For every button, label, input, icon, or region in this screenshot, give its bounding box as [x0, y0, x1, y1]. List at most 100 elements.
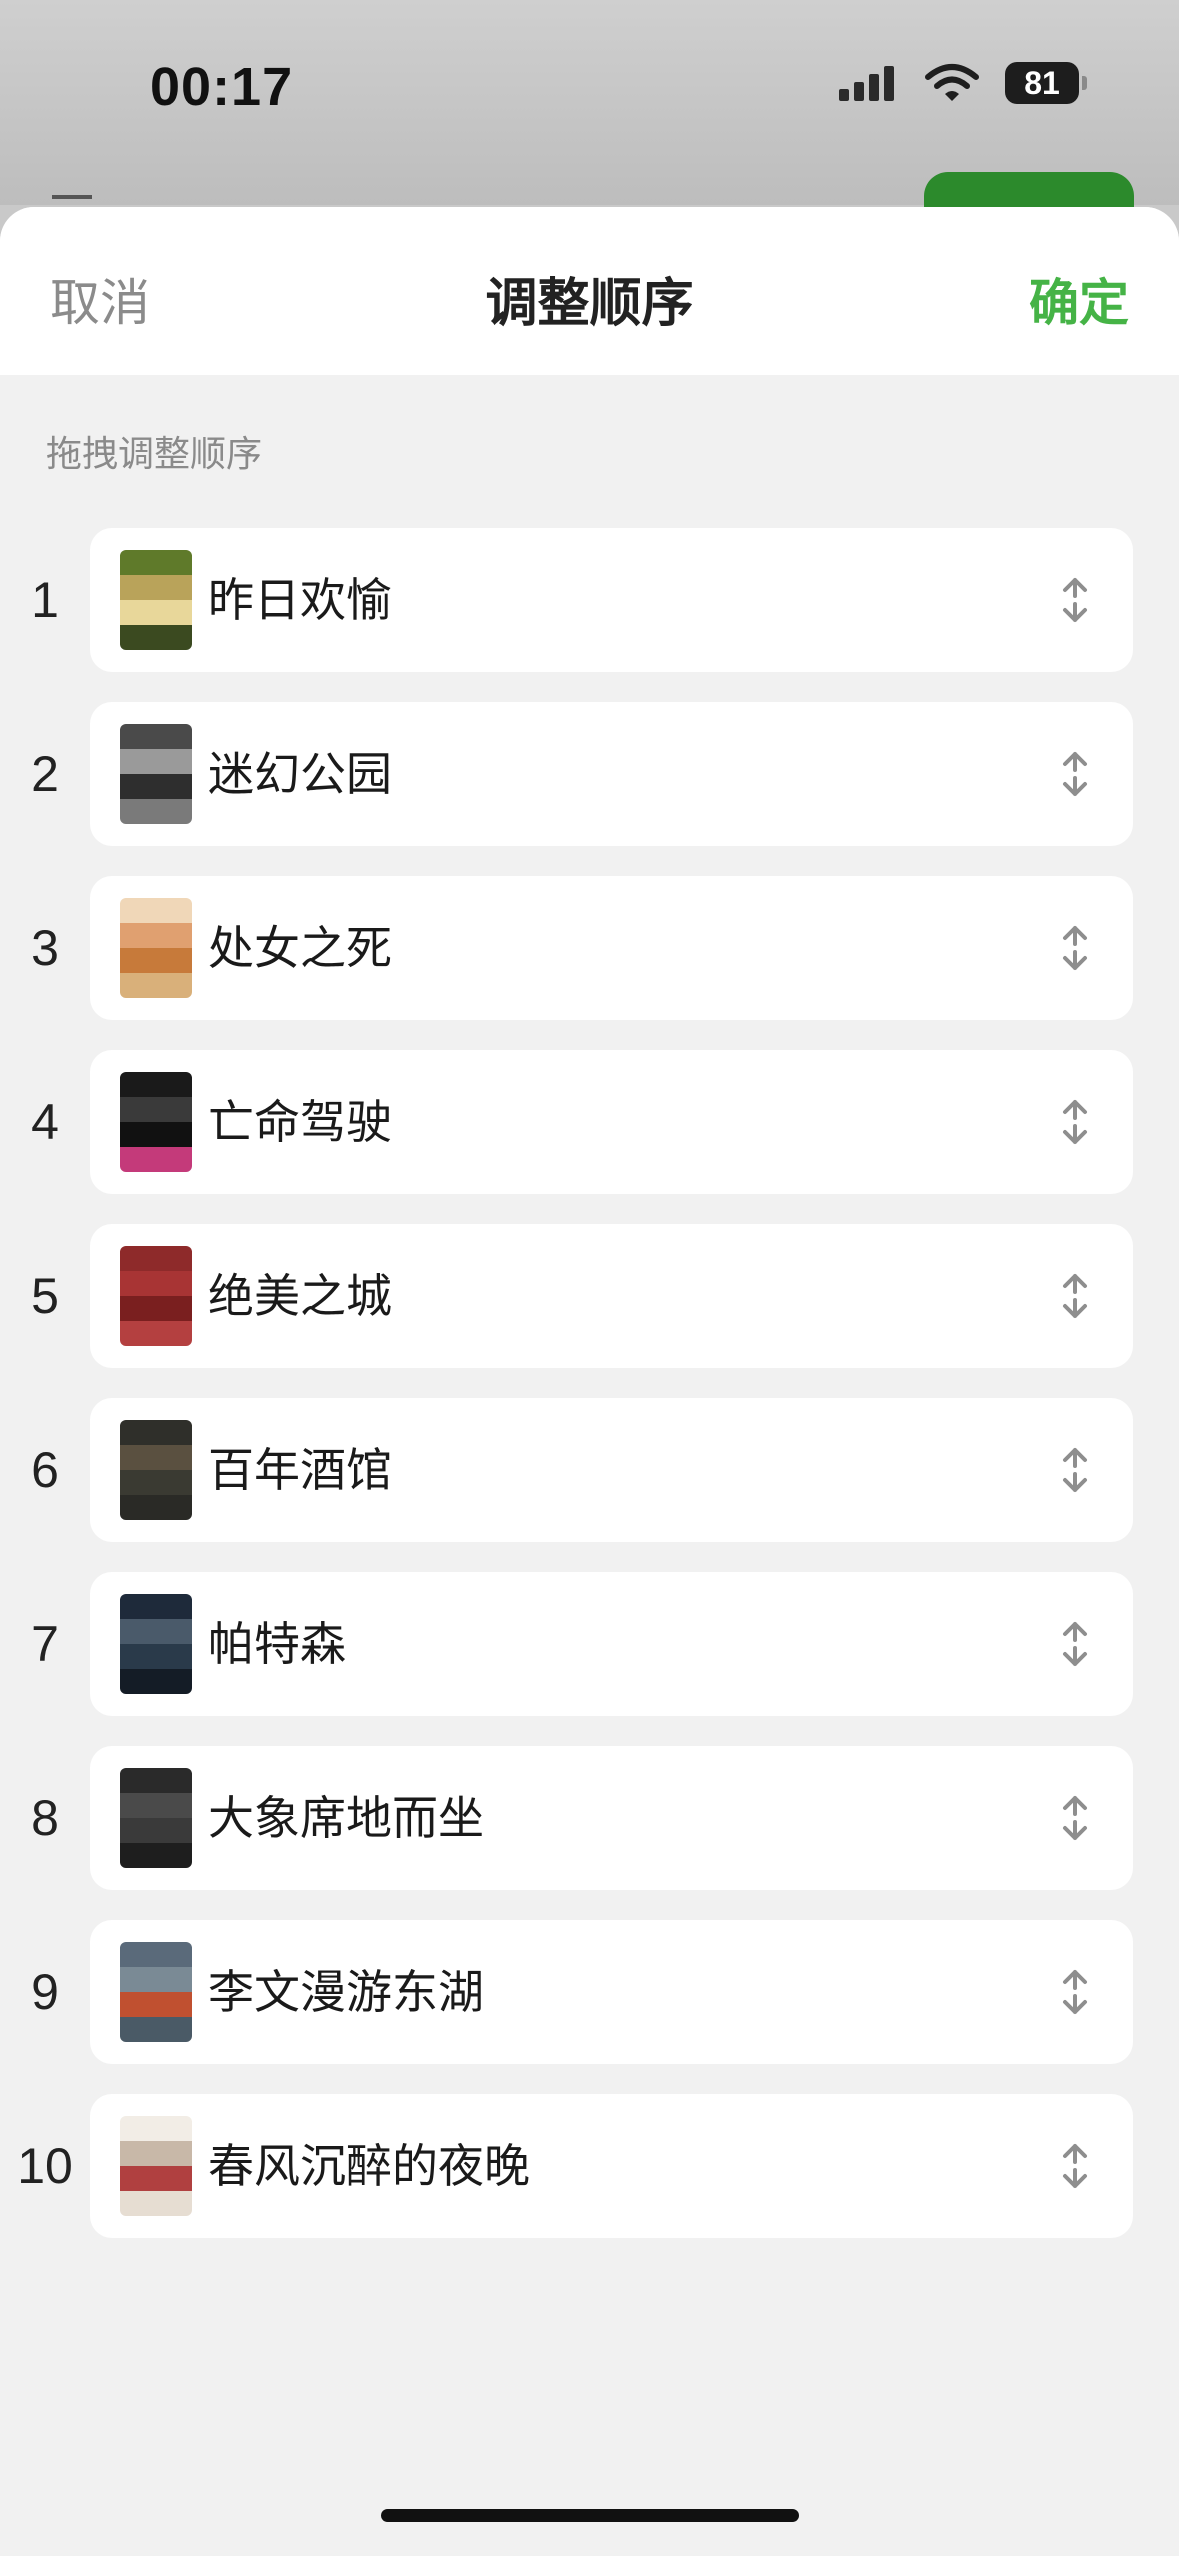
- list-item[interactable]: 10 春风沉醉的夜晚: [0, 2094, 1179, 2238]
- poster-band: [120, 799, 192, 824]
- poster-band: [120, 1992, 192, 2018]
- list-item[interactable]: 3 处女之死: [0, 876, 1179, 1020]
- poster-band: [120, 1942, 192, 1968]
- poster-band: [120, 1495, 192, 1520]
- item-card[interactable]: 春风沉醉的夜晚: [90, 2094, 1133, 2238]
- poster-band: [120, 973, 192, 998]
- drag-handle-icon[interactable]: [1057, 1794, 1093, 1842]
- poster-band: [120, 1669, 192, 1694]
- poster-band: [120, 1768, 192, 1794]
- item-card[interactable]: 百年酒馆: [90, 1398, 1133, 1542]
- battery-icon: 81: [1005, 62, 1087, 104]
- poster-band: [120, 1619, 192, 1645]
- movie-title: 绝美之城: [208, 1269, 392, 1323]
- list-item[interactable]: 7 帕特森: [0, 1572, 1179, 1716]
- confirm-button[interactable]: 确定: [1029, 263, 1129, 335]
- poster-band: [120, 1967, 192, 1993]
- movie-title: 处女之死: [208, 921, 392, 975]
- item-card[interactable]: 处女之死: [90, 876, 1133, 1020]
- drag-handle-icon[interactable]: [1057, 1446, 1093, 1494]
- poster-band: [120, 1420, 192, 1446]
- poster-band: [120, 2166, 192, 2192]
- movie-poster: [120, 1246, 192, 1346]
- poster-band: [120, 1271, 192, 1297]
- poster-band: [120, 1818, 192, 1844]
- drag-hint: 拖拽调整顺序: [46, 434, 263, 475]
- drag-handle-icon[interactable]: [1057, 924, 1093, 972]
- movie-title: 亡命驾驶: [208, 1095, 392, 1149]
- item-index: 10: [17, 2138, 73, 2194]
- poster-band: [120, 1122, 192, 1148]
- movie-poster: [120, 898, 192, 998]
- list-item[interactable]: 6 百年酒馆: [0, 1398, 1179, 1542]
- item-card[interactable]: 昨日欢愉: [90, 528, 1133, 672]
- movie-title: 昨日欢愉: [208, 573, 392, 627]
- item-card[interactable]: 亡命驾驶: [90, 1050, 1133, 1194]
- poster-band: [120, 1793, 192, 1819]
- drag-handle-icon[interactable]: [1057, 750, 1093, 798]
- poster-band: [120, 1296, 192, 1322]
- list-item[interactable]: 9 李文漫游东湖: [0, 1920, 1179, 2064]
- item-index: 1: [31, 572, 59, 628]
- movie-title: 迷幻公园: [208, 747, 392, 801]
- item-index: 7: [31, 1616, 59, 1672]
- item-index: 5: [31, 1268, 59, 1324]
- reorder-sheet: 取消 调整顺序 确定 拖拽调整顺序 1 昨日欢愉 2 迷幻公园 3 处女之死 4 亡命驾驶 5 绝…: [0, 207, 1179, 2556]
- movie-poster: [120, 1072, 192, 1172]
- poster-band: [120, 1594, 192, 1620]
- poster-band: [120, 749, 192, 775]
- poster-band: [120, 1072, 192, 1098]
- poster-band: [120, 2017, 192, 2042]
- sheet-header: 取消 调整顺序 确定: [0, 207, 1179, 375]
- movie-poster: [120, 550, 192, 650]
- item-card[interactable]: 李文漫游东湖: [90, 1920, 1133, 2064]
- drag-handle-icon[interactable]: [1057, 1620, 1093, 1668]
- poster-band: [120, 625, 192, 650]
- list-item[interactable]: 2 迷幻公园: [0, 702, 1179, 846]
- list-item[interactable]: 4 亡命驾驶: [0, 1050, 1179, 1194]
- status-time: 00:17: [150, 57, 294, 117]
- item-card[interactable]: 大象席地而坐: [90, 1746, 1133, 1890]
- item-index: 2: [31, 746, 59, 802]
- item-card[interactable]: 绝美之城: [90, 1224, 1133, 1368]
- drag-handle-icon[interactable]: [1057, 1968, 1093, 2016]
- item-index: 8: [31, 1790, 59, 1846]
- poster-band: [120, 600, 192, 626]
- drag-handle-icon[interactable]: [1057, 1272, 1093, 1320]
- poster-band: [120, 1843, 192, 1868]
- drag-handle-icon[interactable]: [1057, 1098, 1093, 1146]
- poster-band: [120, 1470, 192, 1496]
- status-bar: 00:17 81: [0, 0, 1179, 262]
- poster-band: [120, 2116, 192, 2142]
- item-index: 6: [31, 1442, 59, 1498]
- movie-poster: [120, 2116, 192, 2216]
- movie-title: 大象席地而坐: [208, 1791, 484, 1845]
- reorder-list: 1 昨日欢愉 2 迷幻公园 3 处女之死 4 亡命驾驶 5 绝美之城 6 百年酒馆 7 帕特森 8 大象席地而…: [0, 528, 1179, 2268]
- movie-poster: [120, 1420, 192, 1520]
- poster-band: [120, 923, 192, 949]
- poster-band: [120, 2191, 192, 2216]
- sheet-title: 调整顺序: [485, 274, 694, 334]
- movie-title: 百年酒馆: [208, 1443, 392, 1497]
- poster-band: [120, 948, 192, 974]
- item-card[interactable]: 迷幻公园: [90, 702, 1133, 846]
- poster-band: [120, 550, 192, 576]
- movie-title: 春风沉醉的夜晚: [208, 2139, 530, 2193]
- poster-band: [120, 1321, 192, 1346]
- drag-handle-icon[interactable]: [1057, 576, 1093, 624]
- item-index: 4: [31, 1094, 59, 1150]
- item-index: 9: [31, 1964, 59, 2020]
- movie-poster: [120, 1594, 192, 1694]
- poster-band: [120, 774, 192, 800]
- poster-band: [120, 1147, 192, 1172]
- movie-poster: [120, 724, 192, 824]
- home-indicator[interactable]: [381, 2509, 799, 2522]
- poster-band: [120, 1246, 192, 1272]
- list-item[interactable]: 8 大象席地而坐: [0, 1746, 1179, 1890]
- item-card[interactable]: 帕特森: [90, 1572, 1133, 1716]
- list-item[interactable]: 1 昨日欢愉: [0, 528, 1179, 672]
- poster-band: [120, 2141, 192, 2167]
- poster-band: [120, 1097, 192, 1123]
- drag-handle-icon[interactable]: [1057, 2142, 1093, 2190]
- list-item[interactable]: 5 绝美之城: [0, 1224, 1179, 1368]
